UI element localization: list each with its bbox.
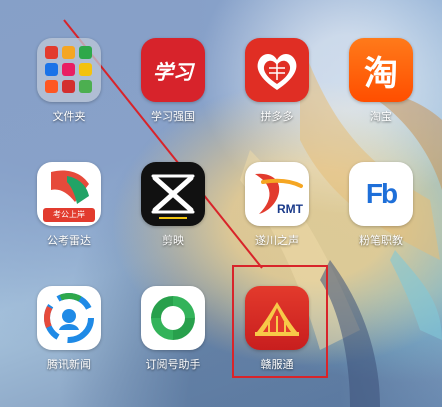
gongkao-leida-icon: 考公上岸 xyxy=(37,162,101,226)
fenbi-icon-text: Fb xyxy=(365,178,398,209)
app-label: 粉笔职教 xyxy=(359,234,403,247)
folder-icon xyxy=(37,38,101,102)
app-xuexi[interactable]: 学习 学习强国 xyxy=(128,38,218,124)
app-label: 文件夹 xyxy=(52,110,86,123)
app-gongkao-leida[interactable]: 考公上岸 公考雷达 xyxy=(24,162,114,248)
app-label: 剪映 xyxy=(162,234,184,247)
app-label: 遂川之声 xyxy=(255,234,299,247)
tencent-news-icon xyxy=(37,286,101,350)
taobao-icon-text: 淘 xyxy=(364,53,398,94)
rmt-icon-text: RMT xyxy=(277,202,303,216)
app-dingyuehao-zhushou[interactable]: 订阅号助手 xyxy=(128,286,218,372)
app-tencent-news[interactable]: 腾讯新闻 xyxy=(24,286,114,372)
annotation-highlight-box xyxy=(232,265,328,378)
app-suichuan-zhisheng[interactable]: RMT 遂川之声 xyxy=(232,162,322,248)
pinduoduo-icon xyxy=(245,38,309,102)
app-jianying[interactable]: 剪映 xyxy=(128,162,218,248)
jianying-icon xyxy=(141,162,205,226)
app-label: 拼多多 xyxy=(260,110,294,123)
app-label: 公考雷达 xyxy=(47,234,91,247)
dingyuehao-zhushou-icon xyxy=(141,286,205,350)
taobao-icon: 淘 xyxy=(349,38,413,102)
fenbi-zhijiao-icon: Fb xyxy=(349,162,413,226)
app-label: 学习强国 xyxy=(151,110,195,123)
home-screen: 文件夹 学习 学习强国 拼多多 淘 淘宝 考公上岸 公考雷达 剪映 RMT 遂川… xyxy=(0,0,442,407)
app-label: 订阅号助手 xyxy=(145,358,201,371)
app-folder[interactable]: 文件夹 xyxy=(24,38,114,124)
gongkao-badge-text: 考公上岸 xyxy=(43,208,95,222)
app-label: 腾讯新闻 xyxy=(47,358,91,371)
suichuan-zhisheng-icon: RMT xyxy=(245,162,309,226)
app-taobao[interactable]: 淘 淘宝 xyxy=(336,38,426,124)
app-label: 淘宝 xyxy=(370,110,392,123)
app-fenbi-zhijiao[interactable]: Fb 粉笔职教 xyxy=(336,162,426,248)
xuexi-qiangguo-icon: 学习 xyxy=(141,38,205,102)
app-pinduoduo[interactable]: 拼多多 xyxy=(232,38,322,124)
xuexi-icon-text: 学习 xyxy=(153,59,193,84)
